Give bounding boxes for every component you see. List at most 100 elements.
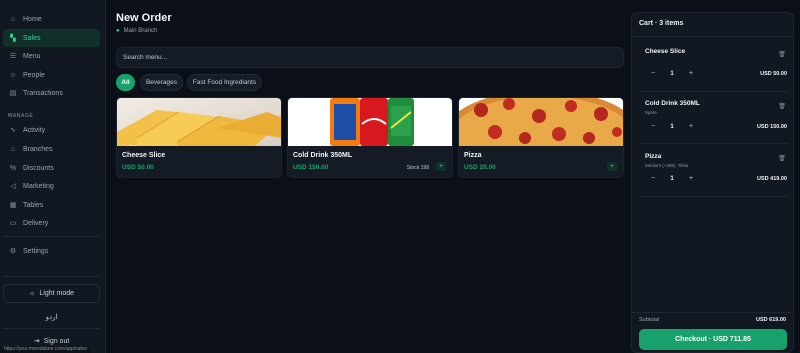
cart-divider <box>632 36 793 37</box>
cart-item-options: Sprite <box>645 110 657 115</box>
receipt-icon: ▤ <box>9 90 17 97</box>
increase-qty-button[interactable]: + <box>686 122 696 132</box>
people-icon: ☺ <box>9 71 17 79</box>
sidebar-divider <box>3 236 100 237</box>
stock-label: Stock 198 <box>406 165 429 171</box>
truck-icon: ▭ <box>9 220 17 227</box>
filter-chip-fast-food[interactable]: Fast Food Ingrediants <box>187 74 262 91</box>
product-name: Cold Drink 350ML <box>293 152 353 159</box>
sidebar-item-home[interactable]: ⌂ Home <box>3 10 100 28</box>
sidebar: ⌂ Home ▚ Sales ☰ Menu ☺ People ▤ Transac… <box>0 0 106 353</box>
page-title: New Order <box>116 12 172 24</box>
increase-qty-button[interactable]: + <box>686 69 696 79</box>
decrease-qty-button[interactable]: − <box>648 122 658 132</box>
cart-panel: Cart · 3 items Cheese Slice 🗑 − 1 + USD … <box>631 12 794 353</box>
sidebar-item-menu[interactable]: ☰ Menu <box>3 47 100 65</box>
product-price: USD 150.00 <box>293 164 329 171</box>
subtotal-value: USD 619.00 <box>756 317 786 323</box>
sidebar-item-marketing[interactable]: ◁ Marketing <box>3 177 100 195</box>
cart-item: Cold Drink 350ML Sprite 🗑 − 1 + USD 150.… <box>639 100 787 144</box>
percent-icon: % <box>9 164 17 172</box>
megaphone-icon: ◁ <box>10 183 16 190</box>
cart-item-qty: 1 <box>670 124 674 130</box>
decrease-qty-button[interactable]: − <box>648 69 658 79</box>
sidebar-item-label: Branches <box>23 145 53 153</box>
trash-icon[interactable]: 🗑 <box>777 102 787 112</box>
light-mode-label: Light mode <box>39 290 75 297</box>
table-icon: ▦ <box>9 202 17 209</box>
filter-chip-beverages[interactable]: Beverages <box>140 74 183 91</box>
cart-item: Cheese Slice 🗑 − 1 + USD 50.00 <box>639 48 787 92</box>
sidebar-item-label: Discounts <box>23 164 54 172</box>
cart-icon: ▚ <box>10 35 16 42</box>
product-card-pizza[interactable]: Pizza USD 20.00 + <box>458 97 624 178</box>
checkout-button[interactable]: Checkout · USD 711.85 <box>639 329 787 350</box>
activity-icon: ∿ <box>10 127 16 134</box>
product-name: Cheese Slice <box>122 152 166 159</box>
status-bar-url: https://pos.moredukes.com/app/sales <box>0 346 91 353</box>
subtotal-label: Subtotal <box>639 317 660 323</box>
cart-item-qty: 1 <box>670 71 674 77</box>
sidebar-item-tables[interactable]: ▦ Tables <box>3 196 100 214</box>
sidebar-item-activity[interactable]: ∿ Activity <box>3 121 100 139</box>
product-card-cold-drink[interactable]: Cold Drink 350ML USD 150.00 Stock 198 + <box>287 97 453 178</box>
branch-indicator: ● Main Branch <box>116 28 157 34</box>
sidebar-item-label: Transactions <box>23 89 63 97</box>
sidebar-item-label: Menu <box>23 52 41 60</box>
pizza-image <box>459 98 623 146</box>
sidebar-item-discounts[interactable]: % Discounts <box>3 159 100 177</box>
product-name: Pizza <box>464 152 482 159</box>
cart-item-total: USD 150.00 <box>757 124 787 130</box>
language-button[interactable]: اردو <box>3 309 100 325</box>
filter-chip-all[interactable]: All <box>116 74 135 91</box>
search-input[interactable] <box>116 47 624 68</box>
sidebar-divider <box>3 276 100 277</box>
manage-section-label: MANAGE <box>8 113 34 119</box>
branch-icon: ⌂ <box>10 145 16 153</box>
sidebar-item-settings[interactable]: ⚙ Settings <box>3 242 100 260</box>
increase-qty-button[interactable]: + <box>686 174 696 184</box>
sidebar-item-sales[interactable]: ▚ Sales <box>3 29 100 47</box>
sidebar-item-label: Tables <box>23 201 44 209</box>
cart-item-name: Cold Drink 350ML <box>645 100 700 107</box>
sidebar-item-people[interactable]: ☺ People <box>3 66 100 84</box>
branch-name: Main Branch <box>123 28 158 34</box>
sidebar-item-label: Marketing <box>23 182 54 190</box>
book-icon: ☰ <box>9 53 17 60</box>
sidebar-item-label: Home <box>23 15 42 23</box>
cart-item-options: Medium (+399), Tikka <box>645 163 689 168</box>
sign-out-icon: ⇥ <box>33 338 40 345</box>
sun-icon: ☼ <box>28 290 36 297</box>
sidebar-item-label: Activity <box>23 126 46 134</box>
product-price: USD 20.00 <box>464 164 496 171</box>
sidebar-item-label: Sales <box>23 34 41 42</box>
product-price: USD 50.00 <box>122 164 154 171</box>
sidebar-item-delivery[interactable]: ▭ Delivery <box>3 214 100 232</box>
sidebar-divider <box>3 328 100 329</box>
trash-icon[interactable]: 🗑 <box>777 154 787 164</box>
subtotal-divider <box>632 312 793 313</box>
add-to-cart-button[interactable]: + <box>436 162 446 171</box>
cart-item-total: USD 50.00 <box>760 71 787 77</box>
sidebar-item-label: People <box>23 71 45 79</box>
home-icon: ⌂ <box>10 15 16 23</box>
cheese-slice-image <box>117 98 281 146</box>
language-label: اردو <box>45 314 58 321</box>
sidebar-item-transactions[interactable]: ▤ Transactions <box>3 84 100 102</box>
cart-item: Pizza Medium (+399), Tikka 🗑 − 1 + USD 4… <box>639 153 787 197</box>
location-pin-icon: ● <box>116 28 120 34</box>
cart-title: Cart · 3 items <box>639 20 684 27</box>
add-to-cart-button[interactable]: + <box>607 162 617 171</box>
gear-icon: ⚙ <box>9 248 17 255</box>
sidebar-item-branches[interactable]: ⌂ Branches <box>3 140 100 158</box>
sidebar-item-label: Delivery <box>23 219 49 227</box>
sign-out-label: Sign out <box>43 337 70 345</box>
cart-item-name: Pizza <box>645 153 662 160</box>
cart-item-total: USD 419.00 <box>757 176 787 182</box>
cold-drink-image <box>288 98 452 146</box>
cart-item-name: Cheese Slice <box>645 48 686 55</box>
light-mode-button[interactable]: ☼ Light mode <box>3 284 100 303</box>
decrease-qty-button[interactable]: − <box>648 174 658 184</box>
product-card-cheese-slice[interactable]: Cheese Slice USD 50.00 <box>116 97 282 178</box>
trash-icon[interactable]: 🗑 <box>777 50 787 60</box>
